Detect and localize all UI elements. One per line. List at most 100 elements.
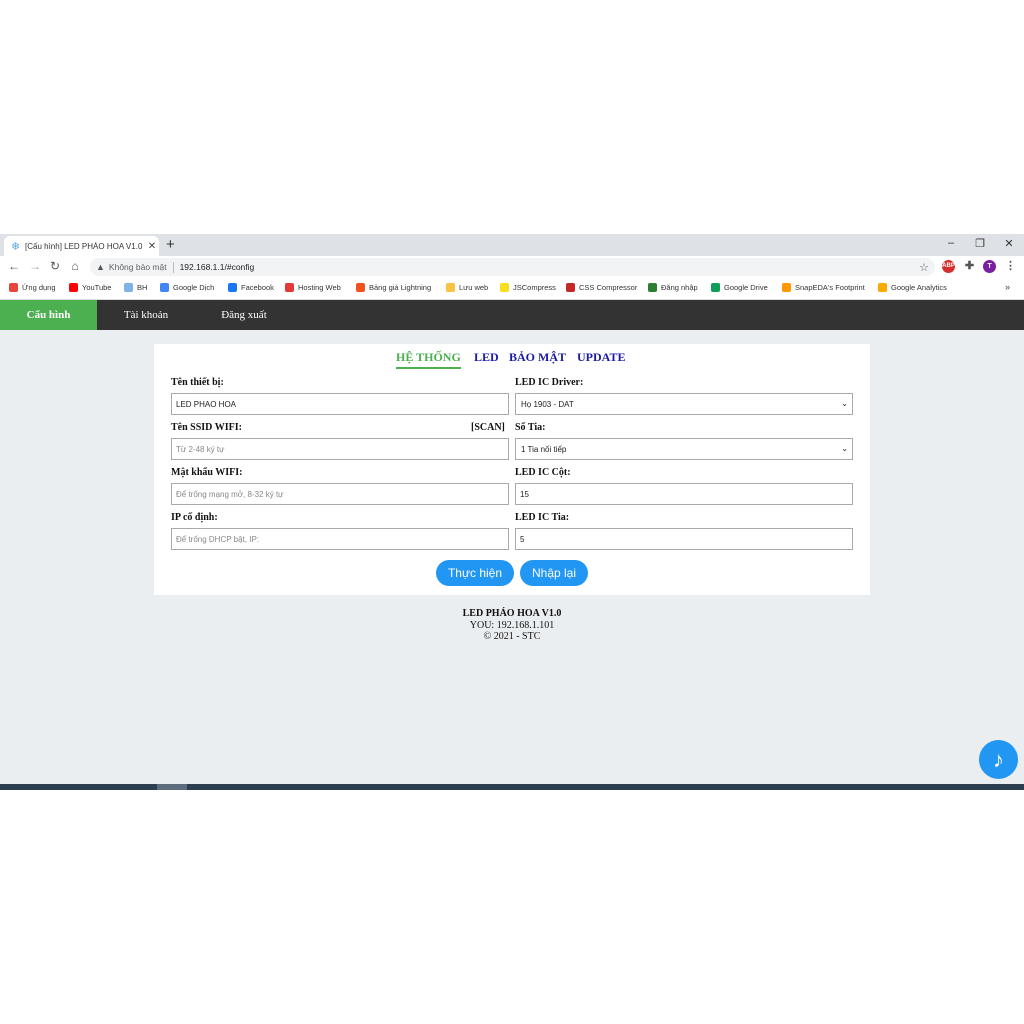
new-tab-icon[interactable]: + xyxy=(166,236,175,253)
bookmark-favicon-icon xyxy=(9,283,18,292)
driver-selected-value: Họ 1903 - DAT xyxy=(521,399,574,409)
address-separator xyxy=(172,261,174,273)
bookmark-item[interactable]: Google Dịch xyxy=(160,283,214,292)
bookmark-label: Ứng dụng xyxy=(22,283,56,292)
bookmark-favicon-icon xyxy=(124,283,133,292)
config-card: HỆ THỐNG LED BẢO MẬT UPDATE Tên thiết bị… xyxy=(154,344,870,595)
forward-arrow-icon[interactable]: → xyxy=(27,259,43,273)
browser-tab-strip: ❄ [Cấu hình] LED PHÁO HOA V1.0 ✕ + – ❐ ✕ xyxy=(0,234,1024,256)
nav-account[interactable]: Tài khoản xyxy=(110,300,182,330)
reload-icon[interactable]: ↻ xyxy=(47,259,63,273)
bookmark-item[interactable]: Google Drive xyxy=(711,283,768,292)
kebab-menu-icon[interactable]: ⋮ xyxy=(1004,260,1017,273)
url-text: 192.168.1.1/#config xyxy=(179,262,255,272)
nav-logout[interactable]: Đăng xuất xyxy=(208,300,280,330)
bookmark-label: SnapEDA's Footprint xyxy=(795,283,865,292)
footer-product: LED PHÁO HOA V1.0 xyxy=(462,608,562,619)
driver-label: LED IC Driver: xyxy=(515,377,584,388)
puzzle-extensions-icon[interactable]: ✚ xyxy=(963,260,976,273)
bookmark-item[interactable]: BH xyxy=(124,283,147,292)
ic-ray-input[interactable] xyxy=(515,528,853,550)
ray-count-select[interactable]: 1 Tia nối tiếp ⌄ xyxy=(515,438,853,460)
ray-count-selected-value: 1 Tia nối tiếp xyxy=(521,444,567,454)
bookmark-item[interactable]: Hosting Web xyxy=(285,283,341,292)
chevron-down-icon: ⌄ xyxy=(841,444,848,453)
bookmark-item[interactable]: CSS Compressor xyxy=(566,283,637,292)
bookmark-label: Google Dịch xyxy=(173,283,215,292)
bookmark-favicon-icon xyxy=(356,283,365,292)
bookmark-favicon-icon xyxy=(228,283,237,292)
tab-title: [Cấu hình] LED PHÁO HOA V1.0 xyxy=(25,241,143,251)
bookmark-favicon-icon xyxy=(285,283,294,292)
taskbar xyxy=(0,784,1024,790)
scan-link[interactable]: [SCAN] xyxy=(471,422,505,433)
chevron-down-icon: ⌄ xyxy=(841,399,848,408)
driver-select[interactable]: Họ 1903 - DAT ⌄ xyxy=(515,393,853,415)
snowflake-favicon-icon: ❄ xyxy=(11,240,21,253)
bookmark-label: JSCompress xyxy=(513,283,556,292)
window-close-icon[interactable]: ✕ xyxy=(1002,237,1016,250)
bookmark-label: CSS Compressor xyxy=(579,283,638,292)
bookmark-item[interactable]: Đăng nhập xyxy=(648,283,698,292)
reset-button[interactable]: Nhập lại xyxy=(520,560,588,586)
adblock-extension-icon[interactable]: ABP xyxy=(942,260,955,273)
address-bar[interactable]: ▲ Không bảo mật 192.168.1.1/#config ☆ xyxy=(90,258,935,276)
bookmark-favicon-icon xyxy=(69,283,78,292)
taskbar-item[interactable] xyxy=(157,784,187,790)
bookmark-label: Hosting Web xyxy=(298,283,341,292)
bookmark-label: Google Analytics xyxy=(891,283,947,292)
ic-ray-label: LED IC Tia: xyxy=(515,512,570,523)
bookmarks-bar: » Ứng dụng YouTube BH Google Dịch Facebook Ho… xyxy=(0,278,1024,300)
bookmark-favicon-icon xyxy=(446,283,455,292)
restore-icon[interactable]: ❐ xyxy=(973,237,987,250)
wifi-password-label: Mật khẩu WIFI: xyxy=(171,467,243,478)
bookmark-label: Lưu web xyxy=(459,283,489,292)
back-arrow-icon[interactable]: ← xyxy=(6,259,22,273)
tab-update[interactable]: UPDATE xyxy=(577,350,625,365)
tab-led[interactable]: LED xyxy=(474,350,499,365)
bookmark-item[interactable]: Lưu web xyxy=(446,283,488,292)
home-icon[interactable]: ⌂ xyxy=(67,259,83,273)
browser-toolbar: ← → ↻ ⌂ ▲ Không bảo mật 192.168.1.1/#con… xyxy=(0,256,1024,278)
bookmark-favicon-icon xyxy=(711,283,720,292)
close-tab-icon[interactable]: ✕ xyxy=(145,241,159,252)
wifi-password-input[interactable] xyxy=(171,483,509,505)
bookmark-favicon-icon xyxy=(648,283,657,292)
nav-config[interactable]: Cấu hình xyxy=(0,300,97,330)
bookmark-label: YouTube xyxy=(82,283,112,292)
tab-security[interactable]: BẢO MẬT xyxy=(509,350,566,365)
bookmark-label: BH xyxy=(137,283,148,292)
ray-count-label: Số Tia: xyxy=(515,422,546,433)
bookmark-favicon-icon xyxy=(782,283,791,292)
ic-column-input[interactable] xyxy=(515,483,853,505)
bookmark-item[interactable]: Ứng dụng xyxy=(9,283,56,292)
ssid-input[interactable] xyxy=(171,438,509,460)
profile-avatar[interactable]: T xyxy=(983,260,996,273)
app-nav-bar: Cấu hình Tài khoản Đăng xuất xyxy=(0,300,1024,330)
music-note-icon[interactable]: ♪ xyxy=(979,740,1018,779)
bookmark-star-icon[interactable]: ☆ xyxy=(919,261,929,274)
bookmark-item[interactable]: Bảng giá Lightning xyxy=(356,283,431,292)
warning-icon: ▲ xyxy=(96,262,105,272)
minimize-icon[interactable]: – xyxy=(944,237,958,249)
bookmark-item[interactable]: Google Analytics xyxy=(878,283,947,292)
submit-button[interactable]: Thực hiện xyxy=(436,560,514,586)
bookmark-favicon-icon xyxy=(878,283,887,292)
bookmark-favicon-icon xyxy=(500,283,509,292)
bookmark-label: Google Drive xyxy=(724,283,768,292)
bookmark-favicon-icon xyxy=(160,283,169,292)
more-bookmarks-icon[interactable]: » xyxy=(1005,282,1010,292)
bookmark-label: Đăng nhập xyxy=(661,283,698,292)
bookmark-label: Bảng giá Lightning xyxy=(369,283,432,292)
browser-tab[interactable]: ❄ [Cấu hình] LED PHÁO HOA V1.0 ✕ xyxy=(4,236,159,256)
tab-system[interactable]: HỆ THỐNG xyxy=(396,350,461,369)
bookmark-item[interactable]: Facebook xyxy=(228,283,274,292)
bookmark-item[interactable]: JSCompress xyxy=(500,283,556,292)
bookmark-label: Facebook xyxy=(241,283,274,292)
device-name-label: Tên thiết bị: xyxy=(171,377,224,388)
static-ip-label: IP cố định: xyxy=(171,512,218,523)
bookmark-item[interactable]: YouTube xyxy=(69,283,111,292)
bookmark-item[interactable]: SnapEDA's Footprint xyxy=(782,283,865,292)
static-ip-input[interactable] xyxy=(171,528,509,550)
device-name-input[interactable] xyxy=(171,393,509,415)
